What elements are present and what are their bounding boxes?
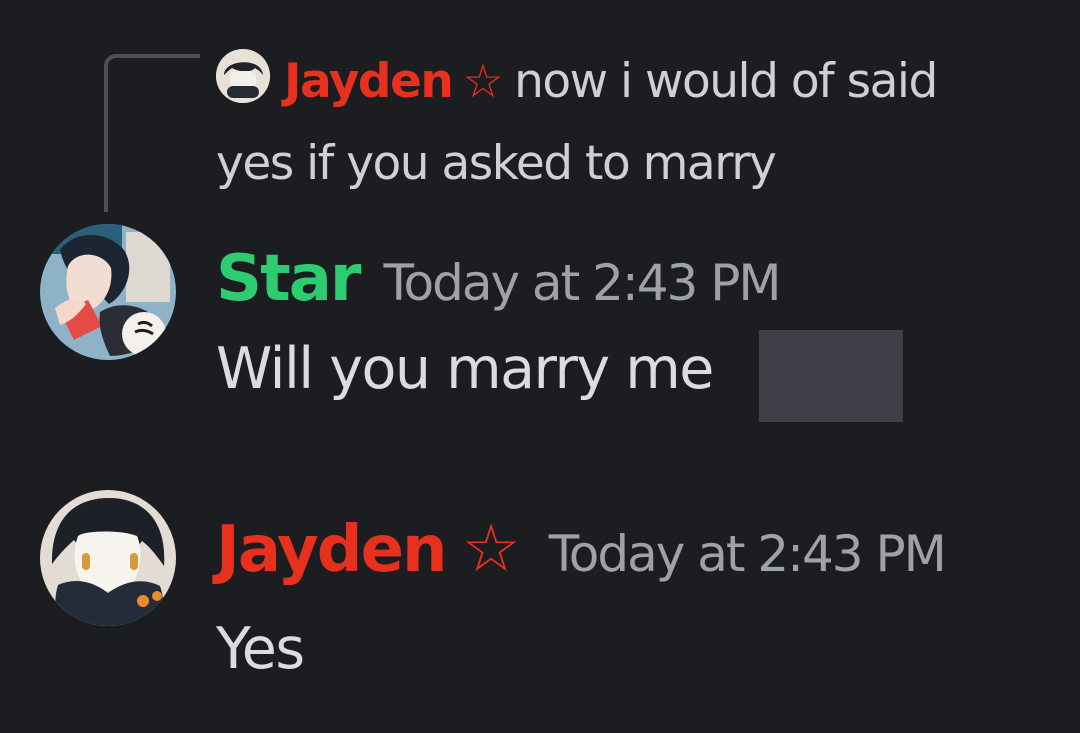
message-timestamp[interactable]: Today at 2:43 PM [383, 254, 781, 312]
avatar-image [216, 51, 270, 103]
jayden-avatar[interactable] [40, 490, 176, 626]
avatar-image [40, 224, 176, 360]
message-content-star[interactable]: Will you marry me [216, 336, 714, 402]
reply-author-name[interactable]: Jayden [284, 54, 454, 109]
reply-preview[interactable]: Jayden ☆ now i would of said yes if you as… [216, 40, 996, 205]
star-avatar[interactable] [40, 224, 176, 360]
reply-connector-line [104, 54, 200, 212]
message-timestamp[interactable]: Today at 2:43 PM [549, 525, 947, 583]
redacted-content-block [759, 330, 903, 422]
avatar-image [40, 490, 176, 626]
star-outline-icon: ☆ [461, 510, 521, 587]
username-jayden[interactable]: Jayden [216, 513, 448, 587]
username-star[interactable]: Star [216, 242, 361, 316]
message-header-jayden: Jayden ☆ Today at 2:43 PM [216, 510, 947, 600]
star-outline-icon: ☆ [462, 54, 503, 108]
message-header-star: Star Today at 2:43 PM [216, 242, 782, 332]
reply-author-avatar[interactable] [216, 49, 270, 103]
message-content-jayden[interactable]: Yes [216, 616, 305, 682]
